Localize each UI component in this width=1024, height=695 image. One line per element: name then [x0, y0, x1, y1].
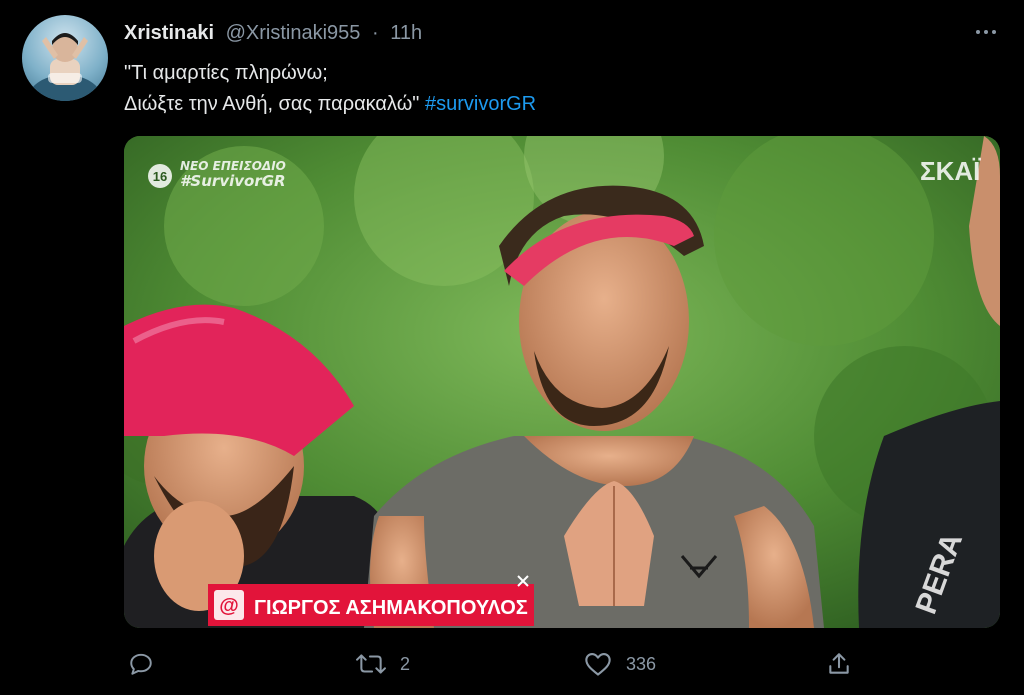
share-icon: [826, 651, 852, 677]
like-button[interactable]: 336: [584, 646, 656, 682]
like-icon: [584, 651, 612, 677]
retweet-icon: [356, 651, 386, 677]
tweet-text-line-1: "Τι αμαρτίες πληρώνω;: [124, 62, 328, 84]
separator-dot: ·: [371, 22, 379, 44]
channel-logo: ΣΚΑΪ: [920, 156, 981, 186]
timestamp[interactable]: 11h: [390, 22, 422, 44]
display-name[interactable]: Xristinaki: [124, 22, 214, 44]
lower-third-icon: @: [219, 595, 239, 617]
retweet-button[interactable]: 2: [356, 646, 410, 682]
retweet-count: 2: [400, 653, 411, 674]
share-button[interactable]: [826, 646, 852, 682]
reply-button[interactable]: [128, 646, 154, 682]
hashtag-link[interactable]: #survivorGR: [425, 93, 536, 115]
lower-third-name: ΓΙΩΡΓΟΣ ΑΣΗΜΑΚΟΠΟΥΛΟΣ: [254, 597, 528, 619]
more-options-icon[interactable]: [972, 24, 1000, 40]
like-count: 336: [626, 653, 657, 674]
new-episode-label: ΝΕΟ ΕΠΕΙΣΟΔΙΟ: [180, 159, 286, 173]
tweet-media-image[interactable]: PERA 16 ΝΕΟ ΕΠΕΙΣΟΔΙΟ #SurvivorGR ΣΚΑΪ @…: [124, 136, 1000, 628]
avatar[interactable]: [22, 15, 108, 101]
tweet-text-line-2-body: Διώξτε την Ανθή, σας παρακαλώ": [124, 93, 420, 115]
tweet-header: Xristinaki @Xristinaki955 · 11h: [124, 20, 422, 46]
tweet-actions: 2 336: [124, 646, 1000, 682]
tweet-text-line-2: Διώξτε την Ανθή, σας παρακαλώ" #survivor…: [124, 89, 964, 120]
survivor-hashtag-overlay: #SurvivorGR: [180, 172, 286, 190]
user-handle[interactable]: @Xristinaki955: [226, 22, 361, 44]
tweet-text: "Τι αμαρτίες πληρώνω; Διώξτε την Ανθή, σ…: [124, 58, 964, 120]
reply-icon: [128, 651, 154, 677]
age-rating-badge: 16: [153, 169, 167, 184]
tweet[interactable]: Xristinaki @Xristinaki955 · 11h "Τι αμαρ…: [0, 0, 1024, 695]
